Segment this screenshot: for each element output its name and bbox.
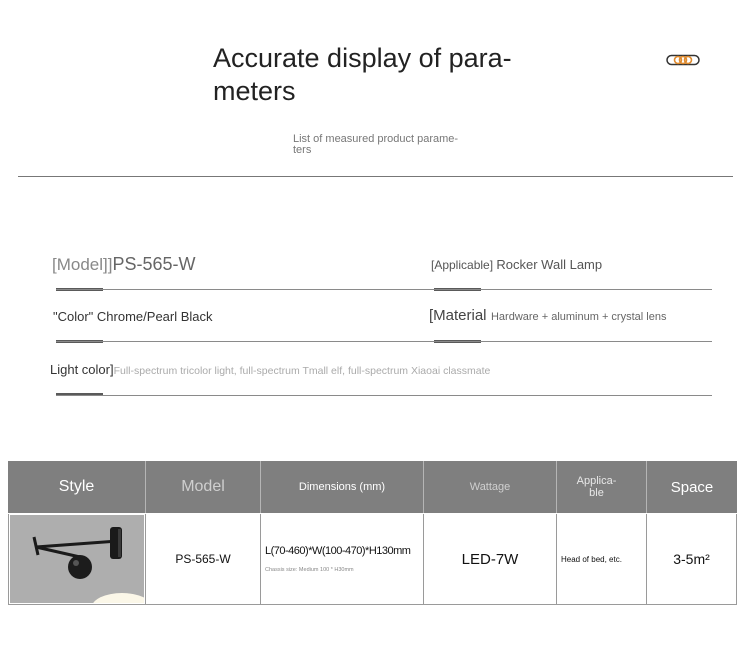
light-color-label: Light color] — [50, 362, 114, 377]
model-label: [Model]] — [52, 255, 113, 274]
header-space: Space — [647, 461, 737, 513]
header-wattage: Wattage — [424, 461, 557, 513]
page-subtitle: List of measured product parame- ters — [293, 133, 459, 156]
light-color-value: Full-spectrum tricolor light, full-spect… — [113, 365, 491, 377]
header-model: Model — [146, 461, 261, 513]
dimensions-note: Chassis size: Medium 100 * H30mm — [265, 567, 354, 573]
model-value: PS-565-W — [112, 254, 196, 274]
cell-dimensions: L(70-460)*W(100-470)*H130mm Chassis size… — [261, 514, 424, 605]
material-param: [Material Hardware + aluminum + crystal … — [429, 307, 666, 325]
ring-logo-icon — [666, 54, 700, 66]
model-param: [Model]]PS-565-W — [52, 254, 196, 275]
dimensions-value: L(70-460)*W(100-470)*H130mm — [265, 545, 411, 557]
material-label: [Material — [429, 307, 487, 324]
light-color-param: Light color]Full-spectrum tricolor light… — [50, 361, 490, 379]
applicable-value: Rocker Wall Lamp — [496, 257, 603, 272]
material-value: Hardware + aluminum + crystal lens — [490, 311, 667, 323]
spec-table: Style Model Dimensions (mm) Wattage Appl… — [8, 461, 737, 605]
header-dimensions: Dimensions (mm) — [261, 461, 424, 513]
color-label: "Color" — [53, 309, 94, 324]
page-title: Accurate display of para- meters — [213, 43, 512, 106]
header-applicable: Applica- ble — [557, 461, 647, 513]
swing-arm-wall-lamp-photo — [10, 515, 144, 603]
param-rule — [426, 341, 712, 342]
applicable-label: [Applicable] — [431, 258, 494, 272]
param-rule — [56, 395, 712, 396]
color-value: Chrome/Pearl Black — [96, 309, 213, 324]
cell-wattage: LED-7W — [424, 514, 557, 605]
color-param: "Color" Chrome/Pearl Black — [53, 309, 213, 324]
param-rule — [56, 289, 426, 290]
header-divider — [18, 176, 733, 177]
product-photo-cell — [8, 514, 146, 605]
cell-space: 3-5m² — [647, 514, 737, 605]
param-rule — [426, 289, 712, 290]
cell-applicable: Head of bed, etc. — [557, 514, 647, 605]
cell-model: PS-565-W — [146, 514, 261, 605]
param-rule — [56, 341, 426, 342]
applicable-param: [Applicable] Rocker Wall Lamp — [431, 257, 602, 272]
header-style: Style — [8, 461, 146, 513]
